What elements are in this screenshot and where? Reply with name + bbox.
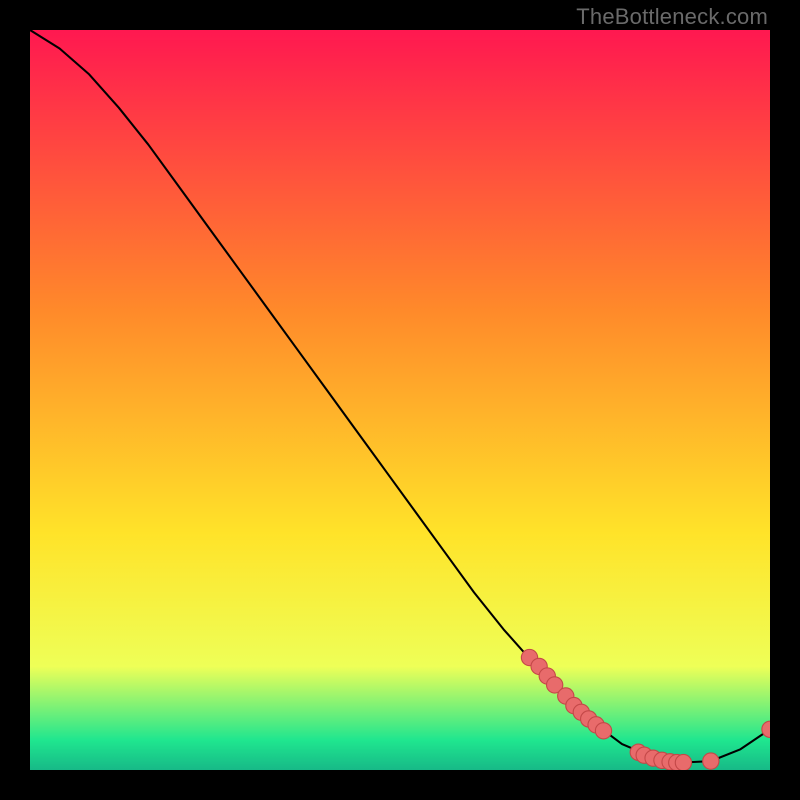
data-marker: [703, 753, 719, 769]
watermark-text: TheBottleneck.com: [576, 4, 768, 30]
data-marker: [595, 723, 611, 739]
data-marker: [675, 754, 691, 770]
chart-plot: [30, 30, 770, 770]
gradient-background: [30, 30, 770, 770]
chart-frame: TheBottleneck.com: [0, 0, 800, 800]
